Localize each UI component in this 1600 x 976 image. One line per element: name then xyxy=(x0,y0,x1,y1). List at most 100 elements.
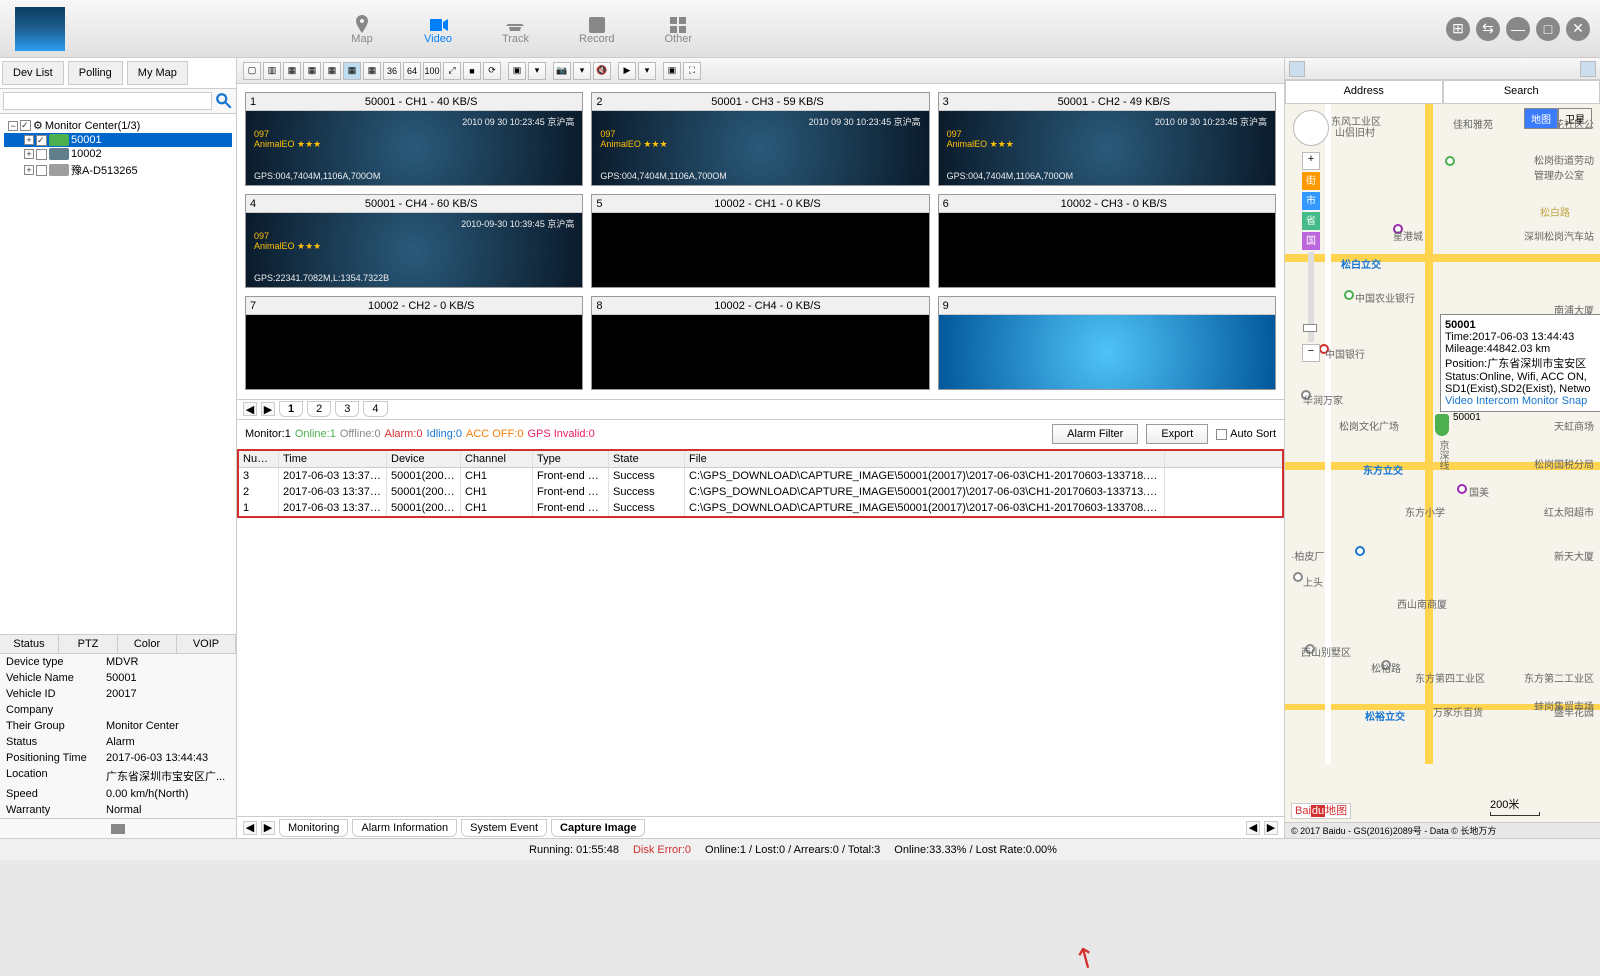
checkbox[interactable] xyxy=(36,165,47,176)
alarm-filter-button[interactable]: Alarm Filter xyxy=(1052,424,1138,444)
checkbox[interactable] xyxy=(20,120,31,131)
btab-next-icon[interactable]: ▶ xyxy=(261,821,275,835)
video-cell-7[interactable]: 710002 - CH2 - 0 KB/S xyxy=(245,296,583,390)
video-stream[interactable] xyxy=(939,315,1275,389)
layout-100-icon[interactable]: 100 xyxy=(423,62,441,80)
collapse-down-icon[interactable] xyxy=(111,824,125,834)
stop-all-icon[interactable]: ■ xyxy=(463,62,481,80)
tab-polling[interactable]: Polling xyxy=(68,61,123,85)
tab-other[interactable]: Other xyxy=(665,13,693,45)
layout-8-icon[interactable]: ▦ xyxy=(323,62,341,80)
sync-button[interactable]: ⇆ xyxy=(1476,17,1500,41)
map-type-map[interactable]: 地图 xyxy=(1524,108,1558,129)
video-stream[interactable] xyxy=(939,213,1275,287)
zoom-slider[interactable] xyxy=(1308,252,1314,342)
stream-main-icon[interactable]: ▣ xyxy=(508,62,526,80)
map-layer-city-icon[interactable]: 市 xyxy=(1302,192,1320,210)
close-button[interactable]: ✕ xyxy=(1566,17,1590,41)
tab-record[interactable]: Record xyxy=(579,13,614,45)
tab-track[interactable]: Track xyxy=(502,13,529,45)
tree-device-10002[interactable]: +10002 xyxy=(4,147,232,161)
zoom-out-button[interactable]: − xyxy=(1302,344,1320,362)
maximize-button[interactable]: □ xyxy=(1536,17,1560,41)
col-channel[interactable]: Channel xyxy=(461,451,533,467)
zoom-in-button[interactable]: + xyxy=(1302,152,1320,170)
tab-color[interactable]: Color xyxy=(118,635,177,653)
checkbox[interactable] xyxy=(36,149,47,160)
video-cell-2[interactable]: 250001 - CH3 - 59 KB/S2010 09 30 10:23:4… xyxy=(591,92,929,186)
tree-device-50001[interactable]: +50001 xyxy=(4,133,232,147)
panel-collapse-icon[interactable] xyxy=(1289,61,1305,77)
map-layer-country-icon[interactable]: 国 xyxy=(1302,232,1320,250)
layout-1-icon[interactable]: ▢ xyxy=(243,62,261,80)
snapshot-dropdown-icon[interactable]: ▾ xyxy=(573,62,591,80)
tab-voip[interactable]: VOIP xyxy=(177,635,236,653)
auto-sort-label[interactable]: Auto Sort xyxy=(1216,428,1276,440)
stream-dropdown-icon[interactable]: ▾ xyxy=(528,62,546,80)
video-stream[interactable]: 2010 09 30 10:23:45 京沪高 097AnimalEO ★★★ … xyxy=(939,111,1275,185)
layout-16-icon[interactable]: ▦ xyxy=(363,62,381,80)
table-row[interactable]: 12017-06-03 13:37:0850001(20017)CH1Front… xyxy=(239,500,1282,516)
layout-4-icon[interactable]: ▦ xyxy=(283,62,301,80)
fullscreen-icon[interactable]: ⤢ xyxy=(443,62,461,80)
video-cell-8[interactable]: 810002 - CH4 - 0 KB/S xyxy=(591,296,929,390)
layout-9-icon[interactable]: ▦ xyxy=(343,62,361,80)
vehicle-marker[interactable] xyxy=(1435,414,1449,436)
layout-64-icon[interactable]: 64 xyxy=(403,62,421,80)
checkbox[interactable] xyxy=(36,135,47,146)
video-stream[interactable]: 2010 09 30 10:23:45 京沪高 097AnimalEO ★★★ … xyxy=(592,111,928,185)
tab-address[interactable]: Address xyxy=(1285,80,1443,104)
tab-map[interactable]: Map xyxy=(350,13,374,45)
grid-button[interactable]: ⊞ xyxy=(1446,17,1470,41)
video-stream[interactable] xyxy=(592,213,928,287)
snapshot-icon[interactable]: 📷 xyxy=(553,62,571,80)
tab-status[interactable]: Status xyxy=(0,635,59,653)
device-search-input[interactable] xyxy=(3,92,212,110)
map-type-satellite[interactable]: 卫星 xyxy=(1558,108,1592,129)
play-dropdown-icon[interactable]: ▾ xyxy=(638,62,656,80)
map-pan-control[interactable] xyxy=(1293,110,1329,146)
expand-icon[interactable]: + xyxy=(24,165,34,175)
tab-dev-list[interactable]: Dev List xyxy=(2,61,64,85)
page-prev-icon[interactable]: ◀ xyxy=(243,402,257,416)
page-2[interactable]: 2 xyxy=(307,401,331,417)
video-stream[interactable]: 2010 09 30 10:23:45 京沪高 097AnimalEO ★★★ … xyxy=(246,111,582,185)
map-layer-street-icon[interactable]: 街 xyxy=(1302,172,1320,190)
btab-scroll-left-icon[interactable]: ◀ xyxy=(1246,821,1260,835)
zoom-handle[interactable] xyxy=(1303,324,1317,332)
video-cell-9[interactable]: 9 xyxy=(938,296,1276,390)
col-number[interactable]: Number xyxy=(239,451,279,467)
search-icon[interactable] xyxy=(215,92,233,110)
play-icon[interactable]: ▶ xyxy=(618,62,636,80)
col-file[interactable]: File xyxy=(685,451,1165,467)
page-1[interactable]: 1 xyxy=(279,401,303,417)
col-time[interactable]: Time xyxy=(279,451,387,467)
expand-icon[interactable]: ⛶ xyxy=(683,62,701,80)
btab-prev-icon[interactable]: ◀ xyxy=(243,821,257,835)
page-3[interactable]: 3 xyxy=(335,401,359,417)
video-cell-5[interactable]: 510002 - CH1 - 0 KB/S xyxy=(591,194,929,288)
table-row[interactable]: 32017-06-03 13:37:1850001(20017)CH1Front… xyxy=(239,468,1282,484)
page-next-icon[interactable]: ▶ xyxy=(261,402,275,416)
col-state[interactable]: State xyxy=(609,451,685,467)
minimize-button[interactable]: — xyxy=(1506,17,1530,41)
video-cell-4[interactable]: 450001 - CH4 - 60 KB/S2010-09-30 10:39:4… xyxy=(245,194,583,288)
tab-video[interactable]: Video xyxy=(424,13,452,45)
expand-icon[interactable]: + xyxy=(24,149,34,159)
btab-system-event[interactable]: System Event xyxy=(461,819,547,837)
btab-capture-image[interactable]: Capture Image xyxy=(551,819,645,837)
btab-monitoring[interactable]: Monitoring xyxy=(279,819,348,837)
mute-icon[interactable]: 🔇 xyxy=(593,62,611,80)
record-icon[interactable]: ▣ xyxy=(663,62,681,80)
page-4[interactable]: 4 xyxy=(363,401,387,417)
video-stream[interactable]: 2010-09-30 10:39:45 京沪高 097AnimalEO ★★★ … xyxy=(246,213,582,287)
table-row[interactable]: 22017-06-03 13:37:1350001(20017)CH1Front… xyxy=(239,484,1282,500)
auto-sort-checkbox[interactable] xyxy=(1216,429,1227,440)
reconnect-icon[interactable]: ⟳ xyxy=(483,62,501,80)
video-cell-3[interactable]: 350001 - CH2 - 49 KB/S2010 09 30 10:23:4… xyxy=(938,92,1276,186)
collapse-icon[interactable]: − xyxy=(8,121,18,131)
bubble-links[interactable]: Video Intercom Monitor Snap xyxy=(1445,395,1587,407)
layout-2-icon[interactable]: ▥ xyxy=(263,62,281,80)
expand-icon[interactable]: + xyxy=(24,135,34,145)
map[interactable]: 东风工业区 山侣旧村 佳和雅苑 松岗红花社区公 松岗街道劳动管理办公室 松白路 … xyxy=(1285,104,1600,822)
